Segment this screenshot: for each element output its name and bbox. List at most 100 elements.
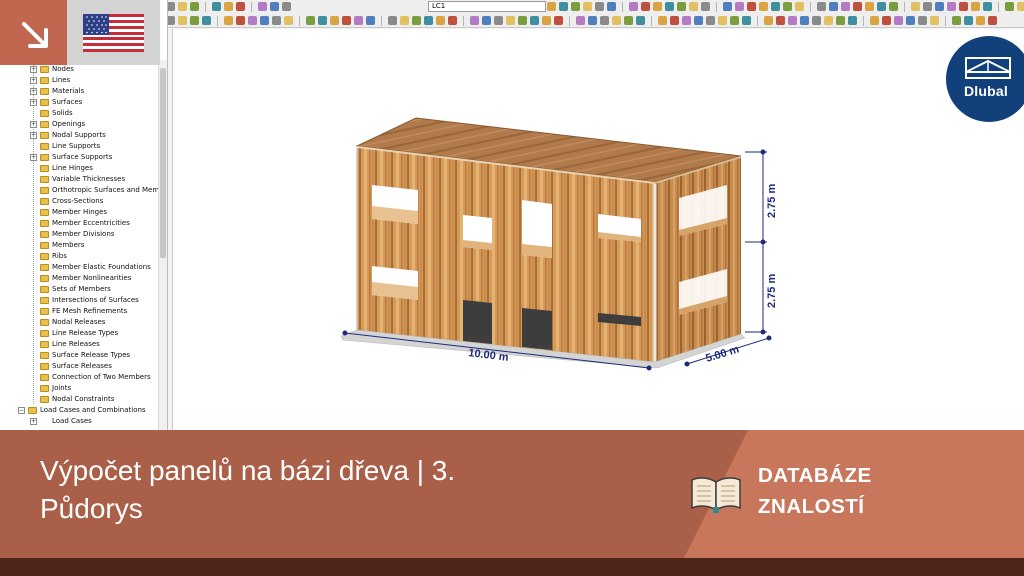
model-viewport[interactable]: 10.00 m 5.00 m 2.75 m 2.75 m [172,29,1024,430]
toolbar-button-icon[interactable] [202,16,211,25]
toolbar-button-icon[interactable] [624,16,633,25]
toolbar-button-icon[interactable] [906,16,915,25]
navigator-item[interactable]: + Openings [0,119,160,130]
toolbar-button-icon[interactable] [530,16,539,25]
toolbar-button-icon[interactable] [923,2,932,11]
toolbar-button-icon[interactable] [388,16,397,25]
navigator-item[interactable]: Ribs [0,251,160,262]
navigator-item[interactable]: Member Elastic Foundations [0,262,160,273]
expand-toggle-icon[interactable]: + [30,154,37,161]
toolbar-button-icon[interactable] [629,2,638,11]
toolbar-button-icon[interactable] [542,16,551,25]
navigator-item[interactable]: Orthotropic Surfaces and Memb [0,185,164,196]
collapse-toggle-icon[interactable]: − [18,407,25,414]
toolbar-button-icon[interactable] [607,2,616,11]
toolbar-button-icon[interactable] [571,2,580,11]
navigator-item[interactable]: + Surfaces [0,97,160,108]
toolbar-button-icon[interactable] [641,2,650,11]
toolbar-button-icon[interactable] [829,2,838,11]
toolbar-button-icon[interactable] [284,16,293,25]
toolbar-button-icon[interactable] [595,2,604,11]
toolbar-button-icon[interactable] [258,2,267,11]
toolbar-button-icon[interactable] [735,2,744,11]
toolbar-button-icon[interactable] [947,2,956,11]
toolbar-button-icon[interactable] [894,16,903,25]
toolbar-button-icon[interactable] [506,16,515,25]
toolbar-button-icon[interactable] [658,16,667,25]
toolbar-button-icon[interactable] [759,2,768,11]
toolbar-button-icon[interactable] [682,16,691,25]
toolbar-button-icon[interactable] [959,2,968,11]
toolbar-button-icon[interactable] [448,16,457,25]
toolbar-button-icon[interactable] [1005,2,1014,11]
toolbar-button-icon[interactable] [224,2,233,11]
navigator-item[interactable]: Member Eccentricities [0,218,160,229]
toolbar-button-icon[interactable] [436,16,445,25]
toolbar-button-icon[interactable] [788,16,797,25]
expand-toggle-icon[interactable]: + [30,66,37,73]
toolbar-button-icon[interactable] [723,2,732,11]
toolbar-button-icon[interactable] [841,2,850,11]
toolbar-button-icon[interactable] [212,2,221,11]
navigator-item[interactable]: + Materials [0,86,160,97]
toolbar-button-icon[interactable] [306,16,315,25]
toolbar-button-icon[interactable] [272,16,281,25]
toolbar-button-icon[interactable] [812,16,821,25]
toolbar-button-icon[interactable] [248,16,257,25]
expand-toggle-icon[interactable]: + [30,418,37,425]
toolbar-button-icon[interactable] [366,16,375,25]
toolbar-button-icon[interactable] [800,16,809,25]
toolbar-button-icon[interactable] [783,2,792,11]
navigator-item[interactable]: Nodal Constraints [0,394,160,405]
navigator-item[interactable]: Line Releases [0,339,160,350]
language-flag-tile[interactable] [67,0,160,65]
expand-toggle-icon[interactable]: + [30,132,37,139]
toolbar-button-icon[interactable] [911,2,920,11]
corner-arrow-tile[interactable] [0,0,67,65]
toolbar-button-icon[interactable] [930,16,939,25]
toolbar-button-icon[interactable] [677,2,686,11]
navigator-item[interactable]: + Lines [0,75,160,86]
toolbar-button-icon[interactable] [964,16,973,25]
toolbar-button-icon[interactable] [236,2,245,11]
navigator-item[interactable]: Member Divisions [0,229,160,240]
toolbar-button-icon[interactable] [424,16,433,25]
navigator-item[interactable]: Line Release Types [0,328,160,339]
toolbar-button-icon[interactable] [482,16,491,25]
toolbar-button-icon[interactable] [665,2,674,11]
toolbar-button-icon[interactable] [518,16,527,25]
toolbar-button-icon[interactable] [988,16,997,25]
toolbar-button-icon[interactable] [935,2,944,11]
navigator-item-load-cases[interactable]: + Load Cases [0,416,160,427]
navigator-item[interactable]: Line Supports [0,141,160,152]
navigator-item[interactable]: Connection of Two Members [0,372,160,383]
toolbar-button-icon[interactable] [742,16,751,25]
navigator-item[interactable]: Members [0,240,160,251]
toolbar-button-icon[interactable] [412,16,421,25]
toolbar-button-icon[interactable] [178,2,187,11]
navigator-item[interactable]: Nodal Releases [0,317,160,328]
toolbar-button-icon[interactable] [588,16,597,25]
toolbar-button-icon[interactable] [559,2,568,11]
dlubal-logo[interactable]: Dlubal [946,36,1024,122]
expand-toggle-icon[interactable]: + [30,121,37,128]
toolbar-button-icon[interactable] [730,16,739,25]
toolbar-button-icon[interactable] [330,16,339,25]
navigator-item[interactable]: Cross-Sections [0,196,160,207]
load-case-select[interactable]: LC1 [428,1,546,12]
navigator-item[interactable]: Sets of Members [0,284,160,295]
toolbar-button-icon[interactable] [547,2,556,11]
toolbar-button-icon[interactable] [342,16,351,25]
expand-toggle-icon[interactable]: + [30,99,37,106]
navigator-item[interactable]: Member Hinges [0,207,160,218]
expand-toggle-icon[interactable]: + [30,88,37,95]
toolbar-button-icon[interactable] [976,16,985,25]
toolbar-button-icon[interactable] [776,16,785,25]
scrollbar-thumb[interactable] [160,68,166,258]
navigator-scrollbar[interactable] [158,60,167,430]
navigator-item[interactable]: Variable Thicknesses [0,174,160,185]
toolbar-button-icon[interactable] [1017,2,1024,11]
toolbar-button-icon[interactable] [983,2,992,11]
navigator-item[interactable]: Surface Release Types [0,350,160,361]
toolbar-button-icon[interactable] [889,2,898,11]
